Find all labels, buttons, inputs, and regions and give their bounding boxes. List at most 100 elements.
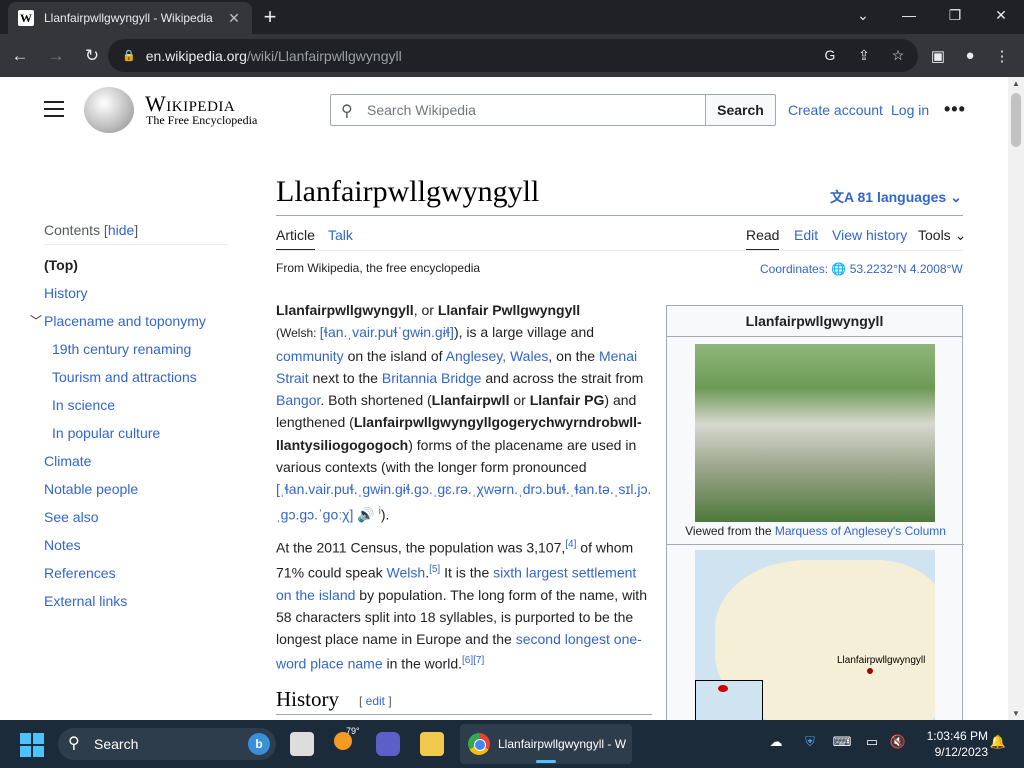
menu-kebab-icon[interactable]: ⋮ bbox=[986, 34, 1018, 77]
location-map[interactable]: Llanfairpwllgwyngyll bbox=[695, 550, 935, 720]
web-page: Wikipedia The Free Encyclopedia ⚲ Search… bbox=[0, 77, 1008, 720]
keyboard-icon[interactable]: ⌨ bbox=[832, 734, 852, 750]
article-body: Llanfairpwllgwyngyll, or Llanfair Pwllgw… bbox=[276, 299, 652, 683]
browser-tab[interactable]: W Llanfairpwllgwyngyll - Wikipedia ✕ bbox=[8, 2, 252, 34]
restore-button[interactable]: ❐ bbox=[932, 0, 978, 30]
search-icon: ⚲ bbox=[341, 103, 353, 120]
site-subtitle: From Wikipedia, the free encyclopedia bbox=[276, 261, 481, 275]
log-in-link[interactable]: Log in bbox=[891, 102, 929, 118]
chevron-down-icon[interactable]: ﹀ bbox=[30, 307, 42, 335]
active-indicator bbox=[536, 760, 556, 763]
toc-hide-link[interactable]: hide bbox=[108, 222, 134, 238]
coordinates[interactable]: Coordinates: 🌐 53.2232°N 4.2008°W bbox=[760, 262, 963, 276]
village-photo[interactable] bbox=[695, 344, 935, 522]
personal-tools-menu-icon[interactable]: ••• bbox=[944, 99, 966, 120]
toc-item-climate[interactable]: Climate bbox=[44, 447, 228, 475]
toc-item-history[interactable]: History bbox=[44, 279, 228, 307]
lead-paragraph-1: Llanfairpwllgwyngyll, or Llanfair Pwllgw… bbox=[276, 302, 652, 523]
search-icon: ⚲ bbox=[68, 735, 80, 752]
side-panel-icon[interactable]: ▣ bbox=[922, 34, 954, 77]
scroll-up-icon[interactable]: ▲ bbox=[1012, 79, 1020, 88]
page-scrollbar[interactable]: ▲ ▼ bbox=[1008, 77, 1024, 720]
map-label: Llanfairpwllgwyngyll bbox=[837, 655, 926, 666]
minimize-button[interactable]: — bbox=[886, 0, 932, 30]
section-heading-history: History bbox=[276, 687, 339, 711]
main-menu-icon[interactable] bbox=[44, 101, 64, 117]
lock-icon[interactable]: 🔒 bbox=[122, 49, 136, 62]
wikipedia-globe-logo[interactable] bbox=[84, 87, 134, 133]
toc-item-external-links[interactable]: External links bbox=[44, 587, 228, 615]
tab-talk[interactable]: Talk bbox=[328, 227, 353, 243]
scrollbar-thumb[interactable] bbox=[1011, 93, 1021, 147]
start-button[interactable] bbox=[20, 733, 44, 757]
tabs-divider bbox=[276, 250, 963, 251]
infobox-divider bbox=[667, 544, 964, 545]
share-icon[interactable]: ⇪ bbox=[854, 45, 874, 65]
toc-item-see-also[interactable]: See also bbox=[44, 503, 228, 531]
new-tab-button[interactable]: + bbox=[258, 6, 282, 30]
audio-speaker-icon[interactable]: 🔊 bbox=[357, 506, 374, 522]
lead-paragraph-2: At the 2011 Census, the population was 3… bbox=[276, 538, 647, 673]
bing-icon[interactable]: b bbox=[248, 733, 270, 755]
file-explorer-icon[interactable] bbox=[420, 732, 444, 756]
toc-heading: Contents [hide] bbox=[44, 222, 228, 245]
toc-item-19th-century[interactable]: 19th century renaming bbox=[44, 335, 228, 363]
globe-icon[interactable]: 🌐 bbox=[831, 262, 846, 276]
wikipedia-tagline: The Free Encyclopedia bbox=[146, 113, 258, 127]
chevron-down-icon: ⌄ bbox=[950, 189, 962, 205]
forward-button[interactable]: → bbox=[40, 40, 72, 72]
scroll-down-icon[interactable]: ▼ bbox=[1012, 709, 1020, 718]
mute-icon[interactable]: 🔇 bbox=[888, 734, 908, 750]
toc-item-notes[interactable]: Notes bbox=[44, 531, 228, 559]
back-button[interactable]: ← bbox=[4, 40, 36, 72]
network-icon[interactable]: ☁ bbox=[766, 734, 786, 750]
toc-item-notable-people[interactable]: Notable people bbox=[44, 475, 228, 503]
translate-icon: 文A bbox=[830, 189, 854, 205]
url-text[interactable]: en.wikipedia.org/wiki/Llanfairpwllgwyngy… bbox=[146, 48, 402, 64]
task-view-icon[interactable] bbox=[290, 732, 314, 756]
tools-dropdown[interactable]: Tools ⌄ bbox=[918, 227, 966, 244]
section-edit-link[interactable]: [ edit ] bbox=[359, 694, 392, 708]
title-divider bbox=[276, 215, 963, 216]
reload-button[interactable]: ↻ bbox=[76, 40, 108, 72]
teams-icon[interactable] bbox=[376, 732, 400, 756]
close-window-button[interactable]: ✕ bbox=[978, 0, 1024, 30]
tab-read[interactable]: Read bbox=[746, 227, 780, 251]
taskbar-chrome-button[interactable]: Llanfairpwllgwyngyll - W bbox=[460, 724, 632, 764]
tab-article[interactable]: Article bbox=[276, 227, 315, 251]
create-account-link[interactable]: Create account bbox=[788, 102, 883, 118]
search-button[interactable]: Search bbox=[705, 94, 776, 126]
profile-icon[interactable]: ● bbox=[954, 34, 986, 77]
toc-item-tourism[interactable]: Tourism and attractions bbox=[44, 363, 228, 391]
languages-button[interactable]: 文A 81 languages ⌄ bbox=[830, 187, 962, 207]
toc-item-top[interactable]: (Top) bbox=[44, 251, 228, 279]
taskbar-search[interactable]: ⚲ Search b bbox=[58, 728, 276, 760]
infobox-title: Llanfairpwllgwyngyll bbox=[667, 306, 962, 337]
tab-edit[interactable]: Edit bbox=[794, 227, 818, 243]
display-icon[interactable]: ▭ bbox=[862, 734, 882, 750]
weather-widget[interactable]: 79° bbox=[334, 726, 360, 756]
chevron-down-icon: ⌄ bbox=[954, 227, 967, 243]
toc-item-references[interactable]: References bbox=[44, 559, 228, 587]
table-of-contents: Contents [hide] (Top) History ﹀ Placename… bbox=[30, 222, 228, 615]
search-placeholder: Search Wikipedia bbox=[367, 102, 476, 118]
search-input[interactable]: ⚲ Search Wikipedia bbox=[330, 94, 706, 126]
toc-item-science[interactable]: In science bbox=[44, 391, 228, 419]
google-icon[interactable]: G bbox=[820, 45, 840, 65]
security-icon[interactable]: ⛨ bbox=[800, 734, 820, 750]
map-inset bbox=[695, 680, 763, 720]
notification-bell-icon[interactable]: 🔔 bbox=[988, 734, 1008, 750]
clock[interactable]: 1:03:46 PM 9/12/2023 bbox=[912, 728, 988, 760]
toc-item-popular-culture[interactable]: In popular culture bbox=[44, 419, 228, 447]
bookmark-star-icon[interactable]: ☆ bbox=[888, 45, 908, 65]
tab-view-history[interactable]: View history bbox=[832, 227, 907, 243]
map-location-marker bbox=[867, 668, 873, 674]
tab-strip: W Llanfairpwllgwyngyll - Wikipedia ✕ + ⌄… bbox=[0, 0, 1024, 34]
infobox: Llanfairpwllgwyngyll Viewed from the Mar… bbox=[666, 305, 964, 720]
page-title: Llanfairpwllgwyngyll bbox=[276, 175, 540, 208]
address-bar[interactable]: 🔒 en.wikipedia.org/wiki/Llanfairpwllgwyn… bbox=[108, 39, 918, 72]
close-tab-icon[interactable]: ✕ bbox=[226, 10, 242, 27]
chrome-icon bbox=[468, 733, 490, 755]
toc-item-placename[interactable]: ﹀ Placename and toponymy bbox=[30, 307, 228, 335]
tab-search-icon[interactable]: ⌄ bbox=[840, 0, 886, 30]
